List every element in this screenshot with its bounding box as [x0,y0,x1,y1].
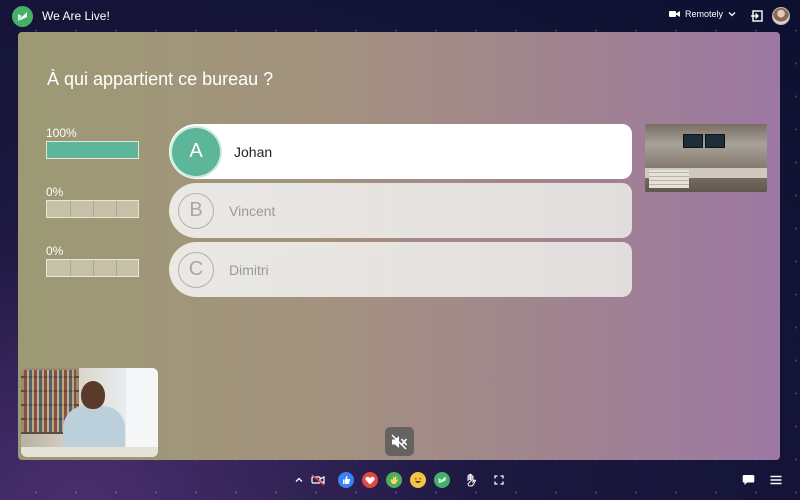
photo-papers [649,170,689,188]
photo-monitor [705,134,725,148]
raise-hand-icon [466,473,476,487]
heart-reaction[interactable] [362,472,378,488]
question-title: À qui appartient ce bureau ? [47,69,274,89]
bottom-toolbar [0,465,800,495]
bar-divider [70,201,71,217]
mode-label: Remotely [684,9,723,19]
result-c: 0% [46,244,139,277]
thumbs-up-icon [343,476,351,484]
question-photo [645,124,767,192]
chevron-up-icon [295,477,303,482]
result-a: 100% [46,126,139,159]
quiz-stage: À qui appartient ce bureau ? 100% 0% 0% … [18,32,780,460]
exit-icon [751,10,763,22]
app-logo[interactable] [12,6,33,27]
video-table [21,447,158,457]
result-bar [46,259,139,277]
answer-option-a[interactable]: A Johan [169,124,632,179]
chat-button[interactable] [740,472,756,488]
answer-option-c[interactable]: C Dimitri [169,242,632,297]
chat-icon [742,475,754,485]
answer-text: Vincent [229,202,276,219]
answer-text: Johan [234,143,273,160]
laugh-icon [414,478,422,483]
heart-icon [365,476,375,484]
bar-divider [116,260,117,276]
app-title: We Are Live! [42,9,110,23]
result-bar [46,200,139,218]
chevron-down-icon [728,12,736,17]
result-bar-fill [47,142,138,158]
answer-letter-badge: C [178,251,214,288]
top-bar: We Are Live! Remotely [0,0,800,32]
laugh-reaction[interactable] [410,472,426,488]
video-person-head [81,381,105,409]
mode-selector[interactable]: Remotely [668,9,736,19]
logo-reaction[interactable] [434,472,450,488]
video-toggle-button[interactable] [310,472,326,488]
answer-option-b[interactable]: B Vincent [169,183,632,238]
answer-letter-badge: B [178,192,214,229]
speaker-muted-icon [391,434,408,449]
video-off-icon [311,474,325,486]
video-camera-icon [668,11,680,17]
fullscreen-button[interactable] [491,472,507,488]
answer-letter-badge: A [174,129,218,174]
expand-button[interactable] [291,472,307,488]
logo-reaction-icon [438,476,446,484]
video-window [126,368,158,457]
bar-divider [70,260,71,276]
bar-divider [93,260,94,276]
thumbs-up-reaction[interactable] [338,472,354,488]
photo-monitor [683,134,703,148]
mute-button[interactable] [385,427,414,456]
result-b: 0% [46,185,139,218]
result-percent: 100% [46,126,77,140]
user-avatar[interactable] [772,7,790,25]
menu-button[interactable] [768,472,784,488]
clap-reaction[interactable] [386,472,402,488]
clap-icon [390,476,398,484]
exit-button[interactable] [750,9,764,23]
result-percent: 0% [46,244,64,258]
bar-divider [116,201,117,217]
raise-hand-button[interactable] [463,472,479,488]
logo-icon [18,12,27,21]
result-percent: 0% [46,185,64,199]
answer-text: Dimitri [229,261,269,278]
bar-divider [93,201,94,217]
menu-icon [770,475,782,485]
fullscreen-icon [494,475,504,485]
result-bar [46,141,139,159]
presenter-video[interactable] [21,368,158,457]
